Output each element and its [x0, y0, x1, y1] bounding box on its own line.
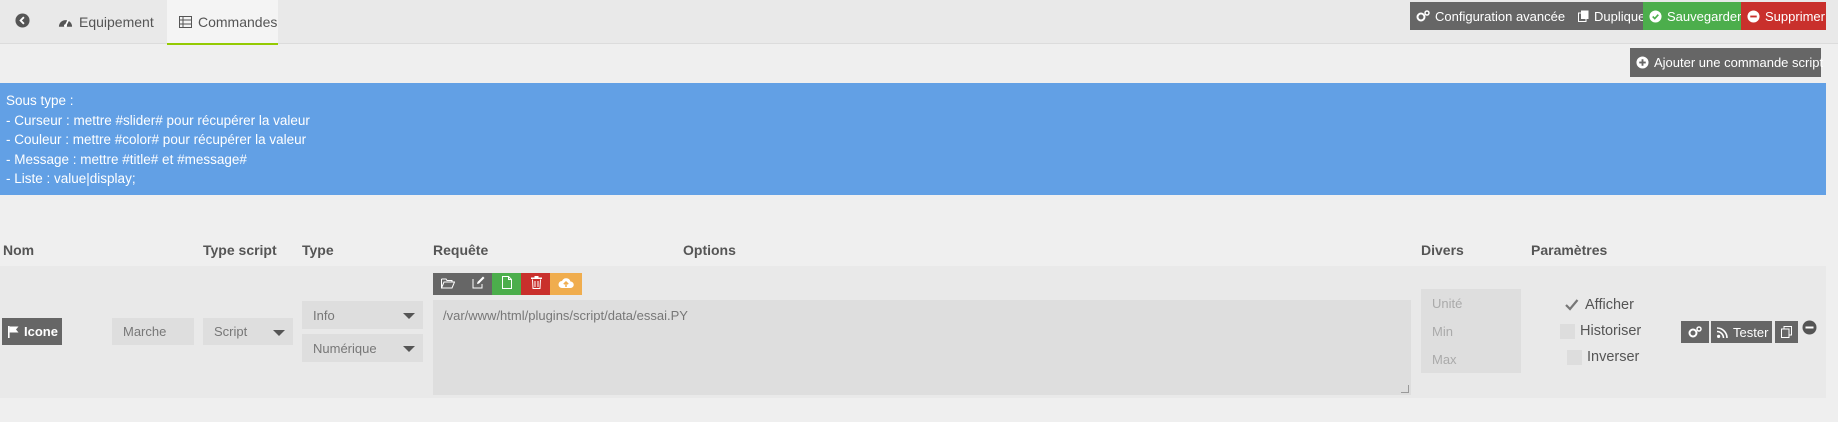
tab-commandes-label: Commandes: [198, 13, 278, 30]
info-line: - Liste : value|display;: [6, 171, 136, 186]
dashboard-icon: [58, 15, 73, 29]
header-parametres: Paramètres: [1531, 242, 1608, 258]
unit-placeholder: Unité: [1432, 295, 1463, 311]
chevron-down-icon: [403, 346, 415, 352]
trash-icon: [530, 276, 542, 292]
gears-icon: [1416, 9, 1430, 23]
chevron-down-icon: [403, 313, 415, 319]
icon-button[interactable]: Icone: [2, 318, 62, 345]
plus-circle-icon: [1636, 56, 1649, 69]
max-input[interactable]: Max: [1421, 345, 1521, 373]
unit-input[interactable]: Unité: [1421, 289, 1521, 317]
row-remove-button[interactable]: [1802, 320, 1817, 335]
gears-icon: [1688, 325, 1702, 339]
copy-icon: [1578, 10, 1589, 22]
invert-label: Inverser: [1587, 349, 1640, 365]
minus-circle-icon: [1747, 9, 1760, 23]
duplicate-button[interactable]: Dupliquer: [1572, 2, 1650, 30]
copy-icon: [1781, 326, 1792, 338]
tab-commandes[interactable]: Commandes: [167, 0, 278, 45]
chevron-down-icon: [273, 329, 285, 336]
info-line: - Message : mettre #title# et #message#: [6, 151, 247, 167]
subtype-value: Numérique: [313, 340, 377, 356]
request-value: /var/www/html/plugins/script/data/essai.…: [443, 308, 688, 323]
icon-button-label: Icone: [24, 324, 58, 339]
info-line: Sous type :: [6, 93, 74, 108]
browse-button[interactable]: [433, 273, 463, 295]
resize-handle-icon[interactable]: [1401, 385, 1409, 393]
rss-icon: [1717, 326, 1728, 338]
header-divers: Divers: [1421, 242, 1464, 258]
invert-checkbox[interactable]: [1567, 350, 1582, 365]
history-label: Historiser: [1580, 323, 1642, 339]
save-label: Sauvegarder: [1667, 8, 1742, 24]
name-input[interactable]: Marche: [112, 318, 194, 345]
delete-label: Supprimer: [1765, 8, 1825, 24]
row-config-button[interactable]: [1681, 321, 1709, 343]
header-options: Options: [683, 242, 736, 258]
folder-open-icon: [441, 276, 456, 292]
edit-button[interactable]: [463, 273, 493, 295]
row-duplicate-button[interactable]: [1775, 321, 1798, 343]
info-line: - Curseur : mettre #slider# pour récupér…: [6, 112, 310, 128]
info-line: - Couleur : mettre #color# pour récupére…: [6, 132, 307, 147]
advanced-config-button[interactable]: Configuration avancée: [1410, 2, 1573, 30]
type-select[interactable]: Info: [302, 301, 423, 329]
check-icon: [1565, 299, 1579, 311]
list-icon: [179, 15, 192, 28]
type-script-select[interactable]: Script: [203, 318, 293, 345]
request-textarea[interactable]: /var/www/html/plugins/script/data/essai.…: [433, 300, 1411, 395]
minus-circle-icon: [1802, 320, 1817, 335]
subtype-select[interactable]: Numérique: [302, 334, 423, 362]
type-script-value: Script: [214, 324, 248, 339]
show-checkbox[interactable]: [1564, 297, 1579, 312]
circle-arrow-left-icon: [14, 13, 30, 31]
max-placeholder: Max: [1432, 351, 1457, 367]
test-button[interactable]: Tester: [1711, 321, 1772, 343]
tab-equipement[interactable]: Equipement: [46, 0, 166, 44]
advanced-config-label: Configuration avancée: [1435, 8, 1566, 24]
flag-icon: [8, 325, 19, 338]
header-type: Type: [302, 242, 334, 258]
new-file-button[interactable]: [492, 273, 522, 295]
cloud-upload-icon: [558, 276, 574, 292]
info-panel: Sous type : - Curseur : mettre #slider# …: [0, 83, 1826, 195]
min-input[interactable]: Min: [1421, 317, 1521, 345]
delete-file-button[interactable]: [521, 273, 551, 295]
duplicate-label: Dupliquer: [1594, 8, 1650, 24]
header-requete: Requête: [433, 242, 489, 258]
save-button[interactable]: Sauvegarder: [1643, 2, 1741, 30]
header-type-script: Type script: [203, 242, 277, 258]
delete-button[interactable]: Supprimer: [1741, 2, 1826, 30]
type-value: Info: [313, 307, 335, 323]
back-button[interactable]: [0, 0, 44, 44]
history-checkbox[interactable]: [1560, 324, 1575, 339]
tab-equipement-label: Equipement: [79, 14, 154, 30]
show-label: Afficher: [1585, 297, 1634, 313]
min-placeholder: Min: [1432, 323, 1453, 339]
test-label: Tester: [1733, 324, 1769, 340]
add-command-label: Ajouter une commande script: [1654, 55, 1824, 70]
header-nom: Nom: [3, 242, 35, 258]
file-icon: [502, 276, 512, 292]
upload-button[interactable]: [550, 273, 582, 295]
edit-icon: [472, 276, 485, 292]
name-input-value: Marche: [123, 324, 167, 339]
check-circle-icon: [1649, 9, 1662, 23]
add-command-button[interactable]: Ajouter une commande script: [1630, 48, 1824, 77]
